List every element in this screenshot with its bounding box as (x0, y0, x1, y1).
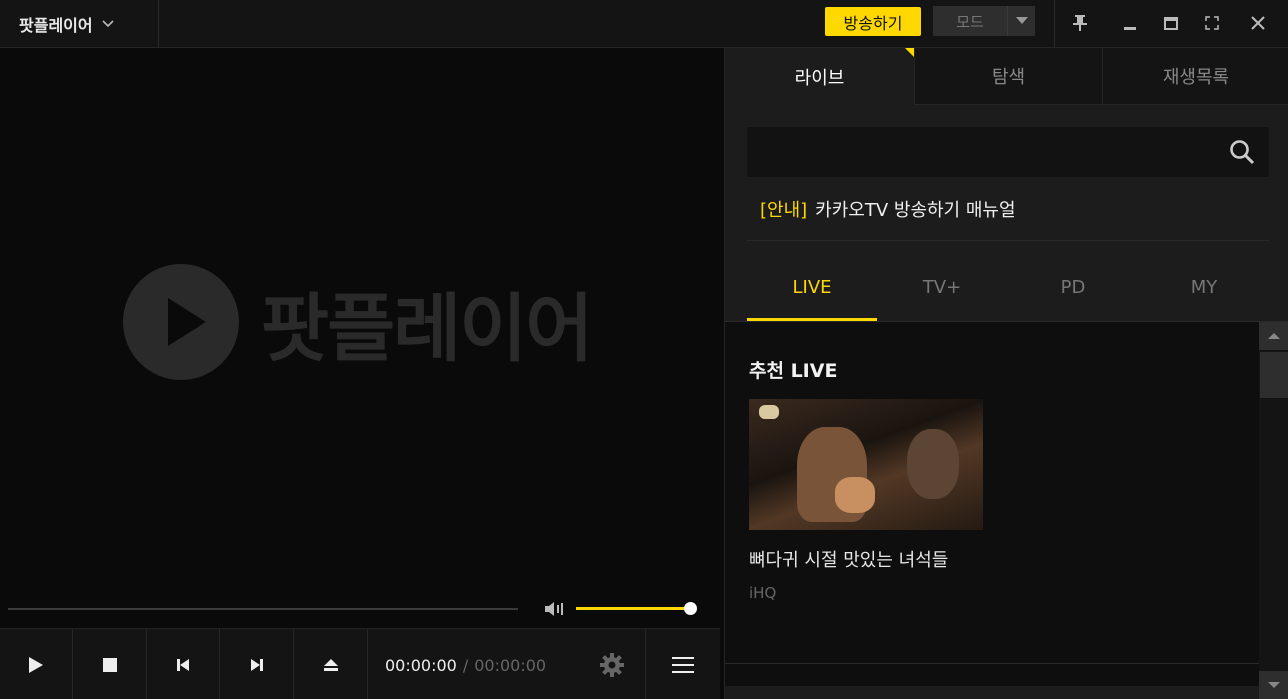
live-title[interactable]: 뼈다귀 시절 맛있는 녀석들 (749, 546, 983, 576)
notice-text: 카카오TV 방송하기 매뉴얼 (815, 200, 1016, 221)
stop-button[interactable] (73, 629, 147, 699)
next-icon (250, 658, 263, 671)
eject-button[interactable] (294, 629, 368, 699)
notice-link[interactable]: [안내] 카카오TV 방송하기 매뉴얼 (760, 196, 1016, 222)
player-logo: 팟플레이어 (123, 264, 593, 380)
minimize-icon[interactable] (1117, 10, 1143, 36)
channel-logo (759, 405, 779, 419)
time-display: 00:00:00 / 00:00:00 (385, 656, 546, 675)
playlist-menu-button[interactable] (646, 629, 720, 699)
thumbnail-figure (907, 429, 959, 499)
menu-icon (672, 656, 694, 673)
list-footer (725, 686, 1259, 699)
settings-button[interactable] (578, 629, 646, 699)
next-button[interactable] (220, 629, 294, 699)
app-name: 팟플레이어 (19, 16, 93, 35)
tab-explore[interactable]: 탐색 (914, 48, 1102, 105)
subtab-pd[interactable]: PD (1008, 253, 1138, 321)
subtab-tvplus[interactable]: TV+ (877, 253, 1007, 321)
gear-icon (599, 652, 624, 677)
chevron-down-icon (102, 20, 114, 28)
time-total: 00:00:00 (474, 656, 547, 675)
mode-label: 모드 (956, 12, 984, 31)
live-list: 추천 LIVE 뼈다귀 시절 맛있는 녀석들 iHQ (725, 322, 1259, 699)
search-icon[interactable] (1229, 139, 1255, 165)
caret-up-icon (1268, 333, 1280, 339)
divider (725, 663, 1259, 664)
live-channel: iHQ (749, 584, 777, 602)
subtab-live[interactable]: LIVE (747, 253, 877, 321)
maximize-icon[interactable] (1158, 10, 1184, 36)
time-current: 00:00:00 (385, 656, 457, 675)
eject-icon (323, 658, 338, 671)
notice-tag: [안내] (760, 200, 808, 221)
divider (747, 240, 1269, 241)
play-logo-icon (123, 264, 239, 380)
control-bar: 00:00:00 / 00:00:00 (0, 628, 720, 699)
seek-bar[interactable] (8, 608, 518, 610)
previous-button[interactable] (147, 629, 220, 699)
panel-tabs: 라이브 탐색 재생목록 (725, 48, 1288, 105)
thumbnail-figure (835, 477, 875, 513)
live-subtabs: LIVE TV+ PD MY (747, 253, 1269, 321)
title-bar: 팟플레이어 방송하기 모드 (0, 0, 1288, 48)
live-thumbnail[interactable] (749, 399, 983, 530)
app-menu-button[interactable]: 팟플레이어 (0, 0, 159, 48)
scrollbar[interactable] (1259, 322, 1288, 699)
logo-text: 팟플레이어 (261, 285, 593, 372)
caret-down-icon (1007, 6, 1035, 36)
stop-icon (102, 657, 117, 672)
subtab-my[interactable]: MY (1139, 253, 1269, 321)
play-button[interactable] (0, 629, 73, 699)
fullscreen-icon[interactable] (1199, 10, 1225, 36)
volume-knob[interactable] (684, 602, 697, 615)
volume-slider[interactable] (576, 607, 690, 610)
tab-live[interactable]: 라이브 (725, 48, 914, 105)
pin-icon[interactable] (1067, 10, 1093, 36)
mode-dropdown[interactable]: 모드 (933, 6, 1035, 36)
previous-icon (177, 658, 189, 671)
play-icon (29, 656, 43, 673)
section-title: 추천 LIVE (749, 360, 838, 382)
search-input[interactable] (747, 127, 1269, 177)
broadcast-button[interactable]: 방송하기 (825, 7, 921, 36)
live-card[interactable]: 뼈다귀 시절 맛있는 녀석들 iHQ (749, 399, 983, 602)
scroll-thumb[interactable] (1260, 352, 1288, 398)
scroll-up-button[interactable] (1259, 322, 1288, 350)
close-icon[interactable] (1245, 10, 1271, 36)
time-separator: / (462, 656, 469, 675)
tab-playlist[interactable]: 재생목록 (1102, 48, 1288, 105)
speaker-icon[interactable] (543, 600, 567, 618)
caret-down-icon (1268, 682, 1280, 688)
window-controls (1054, 0, 1288, 48)
side-panel: 라이브 탐색 재생목록 [안내] 카카오TV 방송하기 매뉴얼 LIVE TV+ … (724, 48, 1288, 699)
scroll-down-button[interactable] (1259, 671, 1288, 699)
video-area[interactable]: 팟플레이어 00:00:00 / 00:00:00 (0, 48, 724, 699)
